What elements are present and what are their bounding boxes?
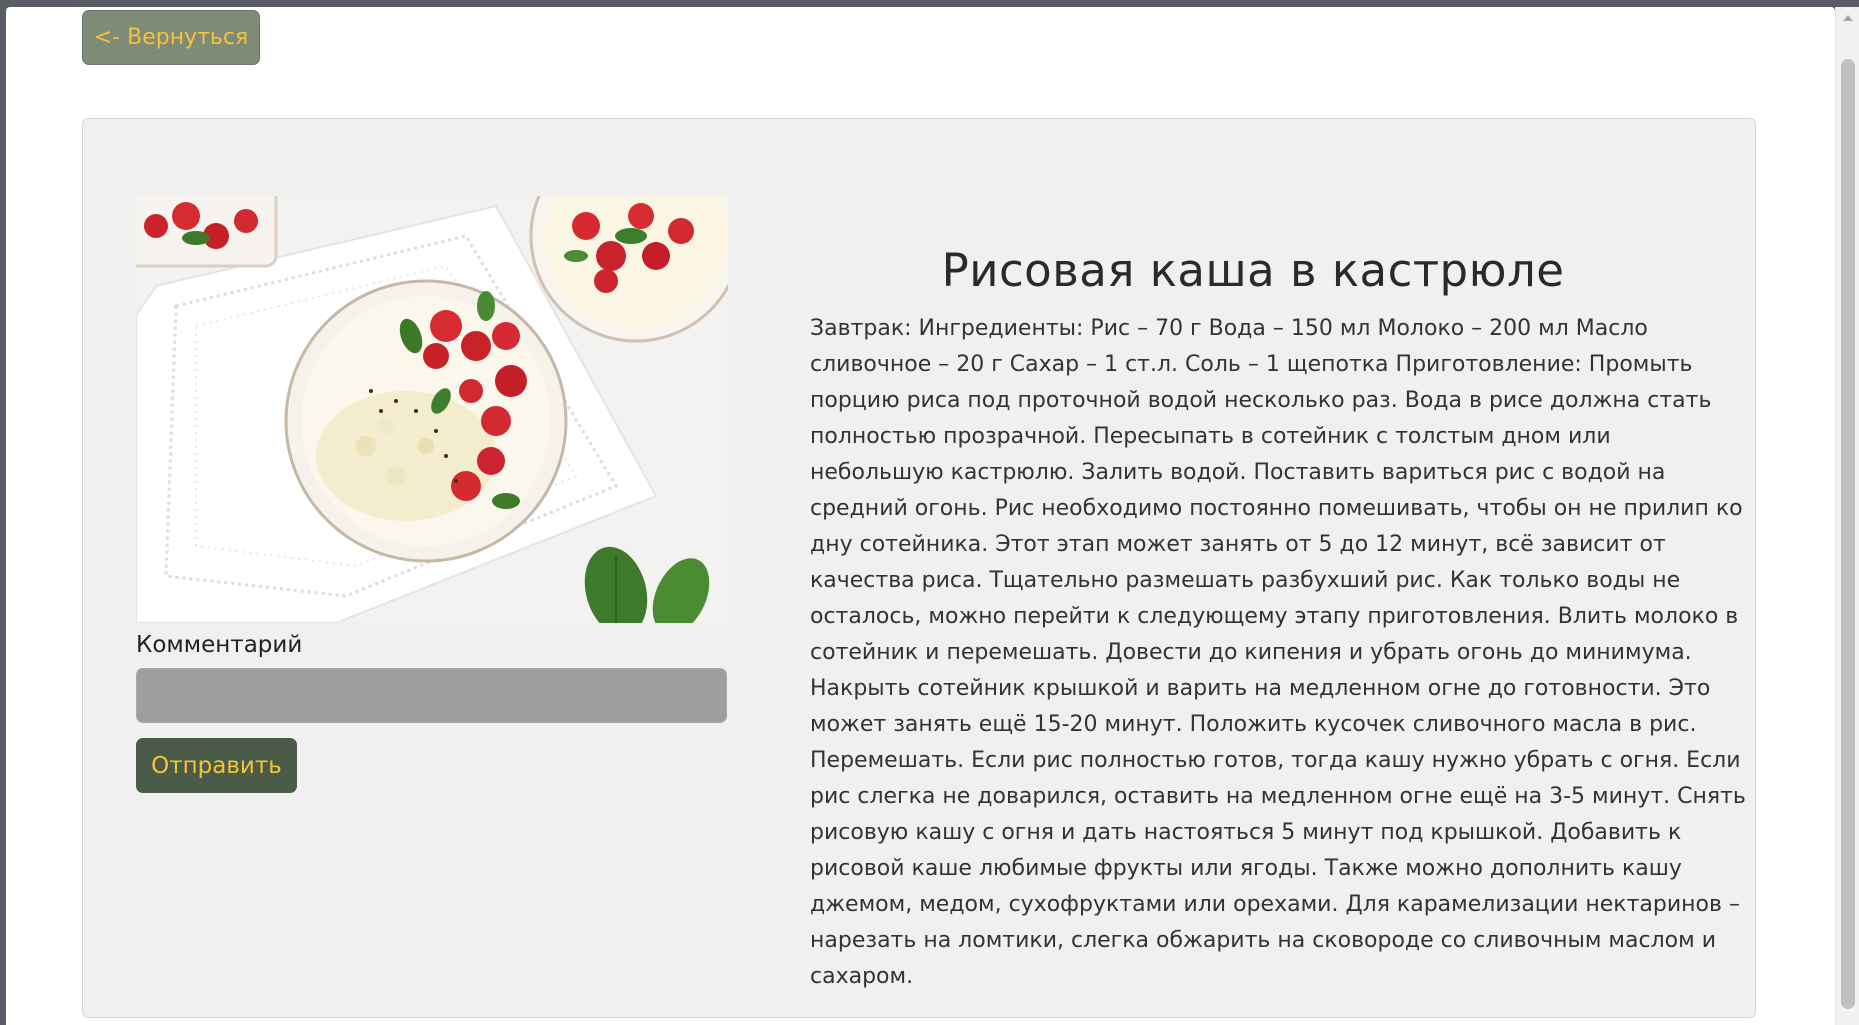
recipe-card: Комментарий Отправить Рисовая каша в кас…: [82, 118, 1756, 1018]
comment-label: Комментарий: [136, 632, 303, 658]
submit-button[interactable]: Отправить: [136, 738, 297, 793]
vertical-scrollbar[interactable]: [1835, 7, 1859, 1025]
browser-viewport: <- Вернуться Комментарий Отправить Рисов…: [6, 7, 1835, 1025]
scroll-up-arrow-icon[interactable]: [1843, 15, 1853, 21]
recipe-description: Завтрак: Ингредиенты: Рис – 70 г Вода – …: [810, 316, 1746, 989]
back-button[interactable]: <- Вернуться: [82, 10, 260, 65]
rice-porridge-image: [136, 196, 728, 623]
recipe-photo: [136, 196, 728, 623]
scroll-thumb[interactable]: [1841, 59, 1855, 1009]
comment-input[interactable]: [136, 668, 727, 723]
recipe-title: Рисовая каша в кастрюле: [941, 244, 1565, 297]
